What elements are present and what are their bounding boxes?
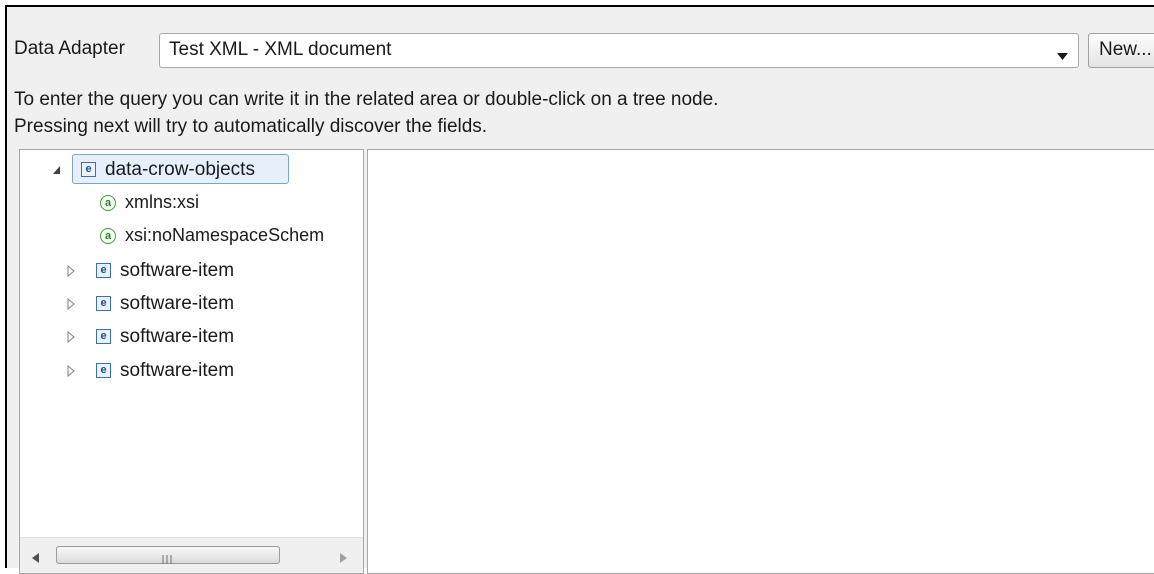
element-icon: e <box>96 329 111 344</box>
tree-node-label: xsi:noNamespaceSchem <box>125 225 325 245</box>
chevron-down-icon[interactable] <box>1057 47 1068 65</box>
data-adapter-combo[interactable]: Test XML - XML document <box>159 33 1079 68</box>
collapsed-triangle-icon[interactable] <box>64 289 78 319</box>
new-adapter-button-label: New... <box>1099 39 1152 60</box>
new-adapter-button[interactable]: New... <box>1088 33 1154 68</box>
grip-icon <box>162 551 172 569</box>
attribute-icon: a <box>100 228 116 244</box>
instruction-line-1: To enter the query you can write it in t… <box>14 89 719 110</box>
instruction-line-2: Pressing next will try to automatically … <box>14 116 488 137</box>
tree-node-label: software-item <box>120 360 235 381</box>
tree-node-label: xmlns:xsi <box>125 192 200 212</box>
xml-tree-view[interactable]: e data-crow-objects a xmlns:xsi a xsi:no… <box>19 149 364 574</box>
tree-node-root[interactable]: e data-crow-objects <box>20 155 363 185</box>
tree-node-element[interactable]: e software-item <box>20 322 363 352</box>
expanded-triangle-icon[interactable] <box>50 155 64 185</box>
tree-node-element[interactable]: e software-item <box>20 356 363 386</box>
collapsed-triangle-icon[interactable] <box>64 356 78 386</box>
element-icon: e <box>96 263 111 278</box>
scroll-left-arrow-icon[interactable] <box>32 550 39 568</box>
dataset-query-dialog: Data Adapter Test XML - XML document New… <box>5 5 1154 574</box>
element-icon: e <box>81 162 96 177</box>
data-adapter-label: Data Adapter <box>14 38 125 59</box>
collapsed-triangle-icon[interactable] <box>64 256 78 286</box>
collapsed-triangle-icon[interactable] <box>64 322 78 352</box>
scroll-right-arrow-icon[interactable] <box>340 550 347 568</box>
scrollbar-thumb[interactable] <box>56 546 280 564</box>
element-icon: e <box>96 363 111 378</box>
tree-node-label: software-item <box>120 260 235 281</box>
tree-node-attribute[interactable]: a xmlns:xsi <box>20 188 363 218</box>
query-text-area[interactable] <box>367 149 1154 574</box>
tree-node-attribute[interactable]: a xsi:noNamespaceSchem <box>20 221 363 251</box>
tree-node-element[interactable]: e software-item <box>20 289 363 319</box>
tree-node-element[interactable]: e software-item <box>20 256 363 286</box>
tree-node-label: data-crow-objects <box>105 159 255 180</box>
tree-node-label: software-item <box>120 326 235 347</box>
element-icon: e <box>96 296 111 311</box>
data-adapter-selected-value: Test XML - XML document <box>169 39 392 60</box>
tree-node-label: software-item <box>120 293 235 314</box>
attribute-icon: a <box>100 195 116 211</box>
